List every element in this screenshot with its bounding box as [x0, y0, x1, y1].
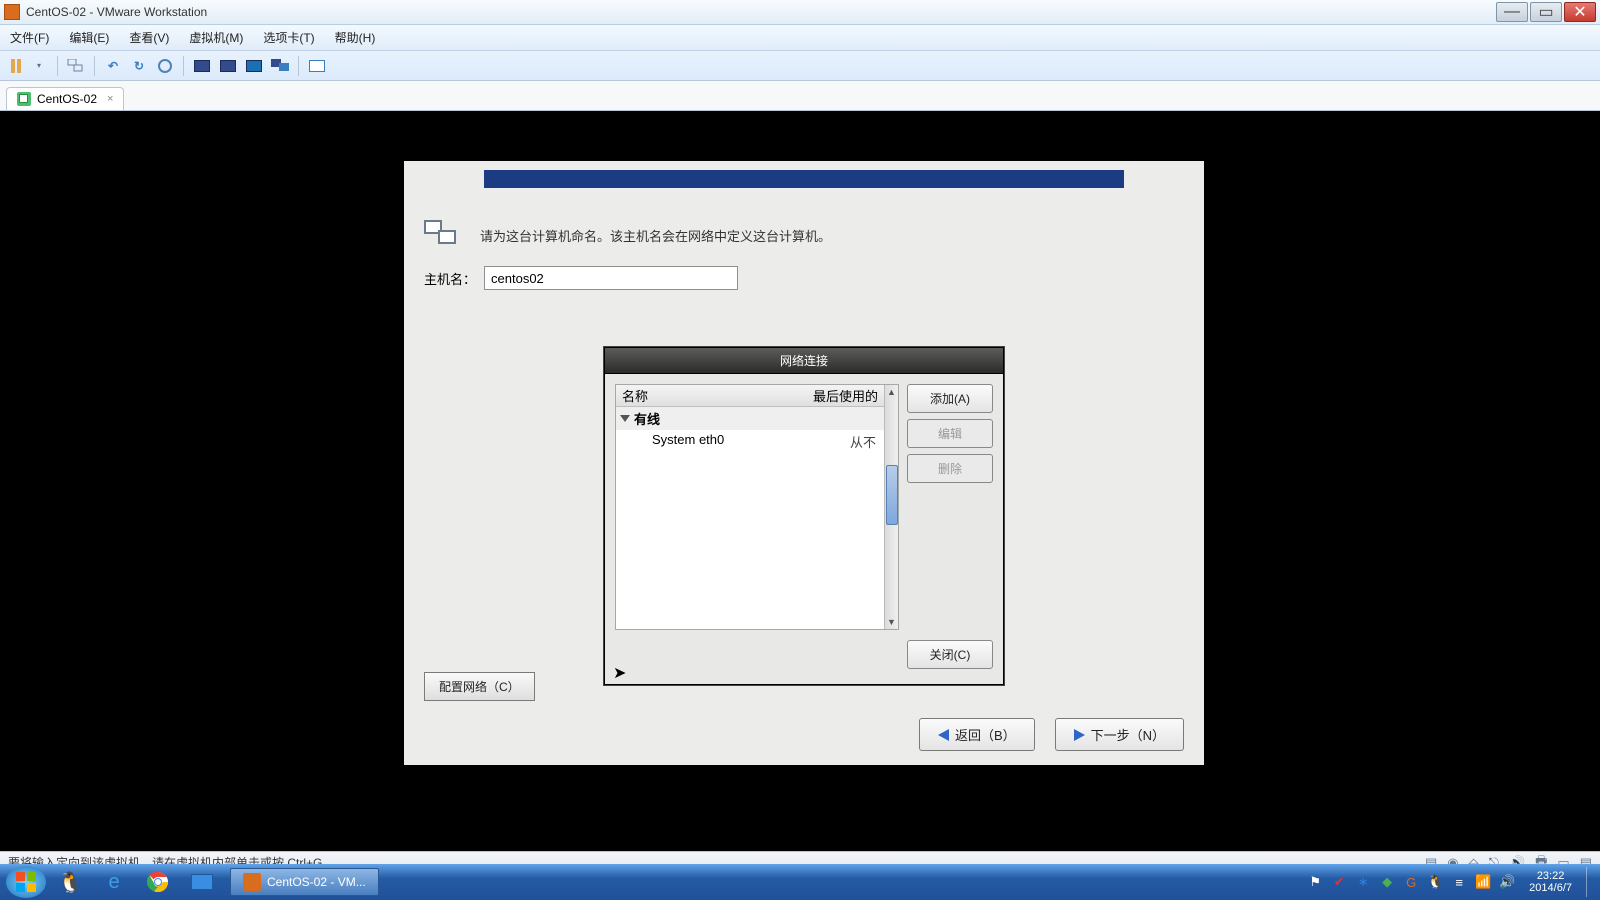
- dialog-title: 网络连接: [605, 348, 1003, 374]
- pause-icon[interactable]: [6, 56, 26, 76]
- progress-bar: [484, 170, 1124, 188]
- arrow-left-icon: [938, 729, 949, 741]
- tray-flag-icon[interactable]: ⚑: [1307, 874, 1323, 890]
- scroll-thumb[interactable]: [886, 465, 898, 525]
- tray-action-icon[interactable]: ✔: [1331, 874, 1347, 890]
- scroll-down-icon[interactable]: ▼: [885, 615, 898, 629]
- add-button[interactable]: 添加(A): [907, 384, 993, 413]
- delete-button[interactable]: 删除: [907, 454, 993, 483]
- snapshot-take-icon[interactable]: ↻: [129, 56, 149, 76]
- col-name: 名称: [616, 386, 804, 405]
- menubar: 文件(F) 编辑(E) 查看(V) 虚拟机(M) 选项卡(T) 帮助(H): [0, 25, 1600, 51]
- taskbar-qq-icon[interactable]: 🐧: [50, 867, 90, 897]
- installer-panel: 请为这台计算机命名。该主机名会在网络中定义这台计算机。 主机名： 网络连接 名称…: [404, 161, 1204, 765]
- tab-bar: CentOS-02 ×: [0, 81, 1600, 111]
- tray-clock[interactable]: 23:22 2014/6/7: [1529, 870, 1572, 894]
- expand-triangle-icon: [620, 415, 630, 422]
- tab-label: CentOS-02: [37, 92, 97, 106]
- arrow-right-icon: [1074, 729, 1085, 741]
- show-desktop-button[interactable]: [1586, 867, 1594, 897]
- screen2-icon[interactable]: [218, 56, 238, 76]
- group-wired[interactable]: 有线: [616, 407, 884, 430]
- list-header: 名称 最后使用的: [616, 385, 884, 407]
- tray-shield-icon[interactable]: ◆: [1379, 874, 1395, 890]
- taskbar-chrome-icon[interactable]: [138, 867, 178, 897]
- vm-display-area[interactable]: 请为这台计算机命名。该主机名会在网络中定义这台计算机。 主机名： 网络连接 名称…: [0, 111, 1600, 851]
- configure-network-button[interactable]: 配置网络（C）: [424, 672, 535, 701]
- taskbar-task-label: CentOS-02 - VM...: [267, 875, 366, 889]
- menu-view[interactable]: 查看(V): [125, 27, 173, 48]
- vm-running-icon: [17, 92, 31, 106]
- taskbar-ie-icon[interactable]: e: [94, 867, 134, 897]
- edit-button[interactable]: 编辑: [907, 419, 993, 448]
- fullscreen-icon[interactable]: [307, 56, 327, 76]
- vm-tab[interactable]: CentOS-02 ×: [6, 87, 124, 110]
- next-button[interactable]: 下一步（N）: [1055, 718, 1184, 751]
- connection-item[interactable]: System eth0 从不: [616, 430, 884, 453]
- close-button[interactable]: 关闭(C): [907, 640, 993, 669]
- vmware-task-icon: [243, 873, 261, 891]
- maximize-button[interactable]: ▭: [1530, 2, 1562, 22]
- separator: [94, 56, 95, 76]
- tray-bluetooth-icon[interactable]: ∗: [1355, 874, 1371, 890]
- taskbar-vmware-button[interactable]: CentOS-02 - VM...: [230, 868, 379, 896]
- back-button[interactable]: 返回（B）: [919, 718, 1035, 751]
- scrollbar[interactable]: ▲ ▼: [884, 385, 898, 629]
- window-titlebar: CentOS-02 - VMware Workstation — ▭ ✕: [0, 0, 1600, 25]
- tray-qq-icon[interactable]: 🐧: [1427, 874, 1443, 890]
- network-connections-dialog: 网络连接 名称 最后使用的 有线 System eth0: [604, 347, 1004, 685]
- menu-help[interactable]: 帮助(H): [331, 27, 380, 48]
- hostname-input[interactable]: [484, 266, 738, 290]
- tray-bars-icon[interactable]: ≡: [1451, 874, 1467, 890]
- revert-icon[interactable]: ↶: [103, 56, 123, 76]
- multi-monitor-icon[interactable]: [270, 56, 290, 76]
- start-button[interactable]: [6, 866, 46, 898]
- menu-file[interactable]: 文件(F): [6, 27, 53, 48]
- toolbar: ▾ ↶ ↻: [0, 51, 1600, 81]
- next-label: 下一步（N）: [1091, 725, 1165, 744]
- vmware-app-icon: [4, 4, 20, 20]
- snapshot-icon[interactable]: [66, 56, 86, 76]
- window-close-button[interactable]: ✕: [1564, 2, 1596, 22]
- hostname-label: 主机名：: [424, 269, 476, 288]
- power-dropdown-icon[interactable]: ▾: [29, 56, 49, 76]
- connection-list[interactable]: 名称 最后使用的 有线 System eth0 从不 ▲: [615, 384, 899, 630]
- tray-volume-icon[interactable]: 🔊: [1499, 874, 1515, 890]
- separator: [298, 56, 299, 76]
- screen1-icon[interactable]: [192, 56, 212, 76]
- back-label: 返回（B）: [955, 725, 1016, 744]
- connection-lastused: 从不: [806, 432, 880, 451]
- tray-time: 23:22: [1529, 870, 1572, 882]
- manage-snapshot-icon[interactable]: [155, 56, 175, 76]
- minimize-button[interactable]: —: [1496, 2, 1528, 22]
- group-wired-label: 有线: [634, 409, 660, 428]
- tray-date: 2014/6/7: [1529, 882, 1572, 894]
- window-title: CentOS-02 - VMware Workstation: [26, 5, 1496, 19]
- system-tray: ⚑ ✔ ∗ ◆ G 🐧 ≡ 📶 🔊 23:22 2014/6/7: [1307, 867, 1594, 897]
- unity-icon[interactable]: [244, 56, 264, 76]
- hostname-illustration-icon: [424, 220, 466, 250]
- windows-taskbar: 🐧 e CentOS-02 - VM... ⚑ ✔ ∗ ◆ G 🐧 ≡ 📶 🔊 …: [0, 864, 1600, 900]
- separator: [183, 56, 184, 76]
- separator: [57, 56, 58, 76]
- col-lastused: 最后使用的: [804, 386, 884, 405]
- tab-close-icon[interactable]: ×: [107, 93, 113, 105]
- menu-edit[interactable]: 编辑(E): [65, 27, 113, 48]
- menu-vm[interactable]: 虚拟机(M): [185, 27, 247, 48]
- mouse-cursor-icon: ➤: [613, 663, 626, 683]
- menu-tabs[interactable]: 选项卡(T): [259, 27, 318, 48]
- tray-app1-icon[interactable]: G: [1403, 874, 1419, 890]
- taskbar-explorer-icon[interactable]: [182, 867, 222, 897]
- scroll-up-icon[interactable]: ▲: [885, 385, 898, 399]
- instruction-text: 请为这台计算机命名。该主机名会在网络中定义这台计算机。: [480, 226, 831, 245]
- tray-wifi-icon[interactable]: 📶: [1475, 874, 1491, 890]
- connection-name: System eth0: [652, 432, 806, 451]
